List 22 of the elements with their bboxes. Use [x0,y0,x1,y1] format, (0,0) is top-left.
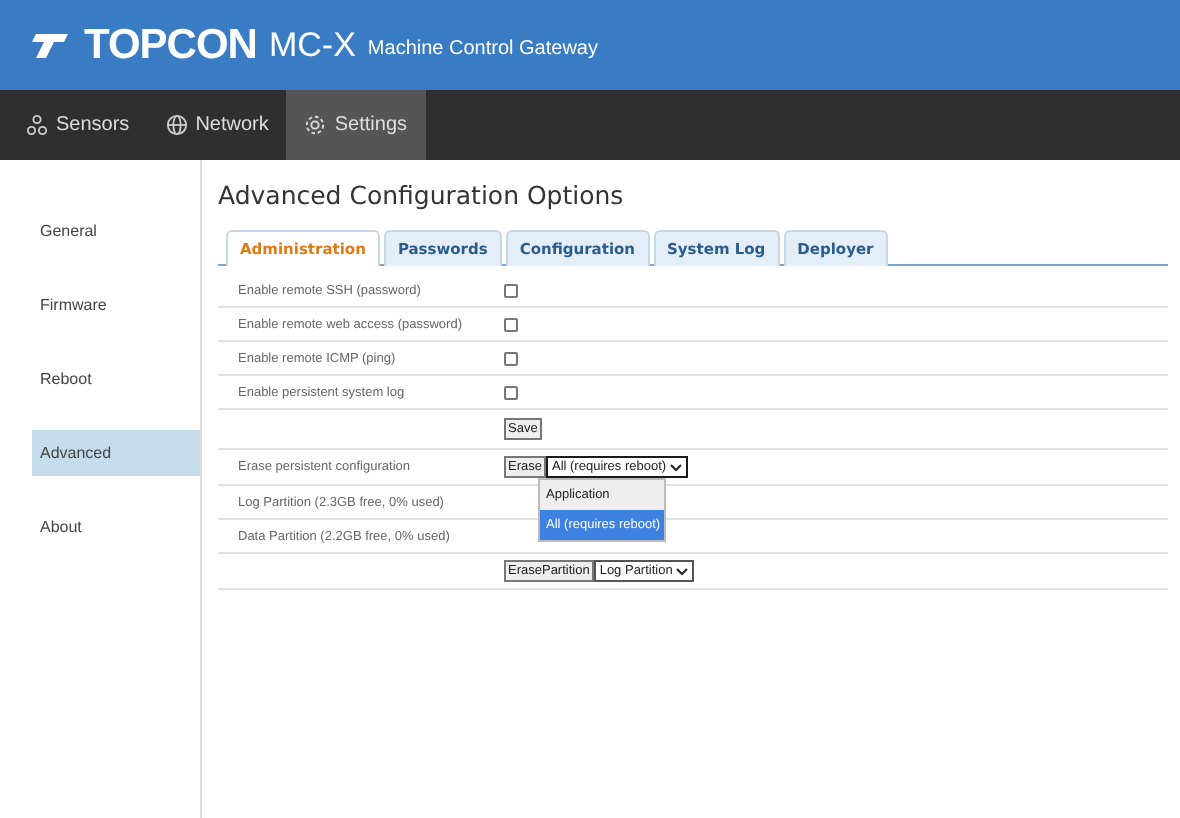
sidebar-item[interactable]: General [32,208,200,254]
brand-name: TOPCON [84,21,257,69]
product-name: MC-X [268,25,356,65]
checkbox[interactable] [504,385,518,399]
nav-tab[interactable]: Settings [286,90,426,160]
logo-icon [28,29,72,61]
checkbox[interactable] [504,283,518,297]
page-title: Advanced Configuration Options [218,180,626,210]
product-subtitle: Machine Control Gateway [367,37,598,59]
people-icon [26,114,48,136]
sidebar-item[interactable]: Reboot [32,356,200,402]
nav-tab[interactable]: Network [147,90,287,160]
sidebar-item[interactable]: Advanced [32,430,200,476]
checkbox[interactable] [504,317,518,331]
nav-tab[interactable]: Sensors [8,90,148,160]
sidebar-item[interactable]: Firmware [32,282,200,328]
chevron-icon [676,567,689,575]
globe-icon [165,114,188,136]
chevron-icon [670,463,683,471]
settings-icon [304,114,327,136]
checkbox[interactable] [504,351,518,365]
sidebar-item[interactable]: About [32,504,200,550]
